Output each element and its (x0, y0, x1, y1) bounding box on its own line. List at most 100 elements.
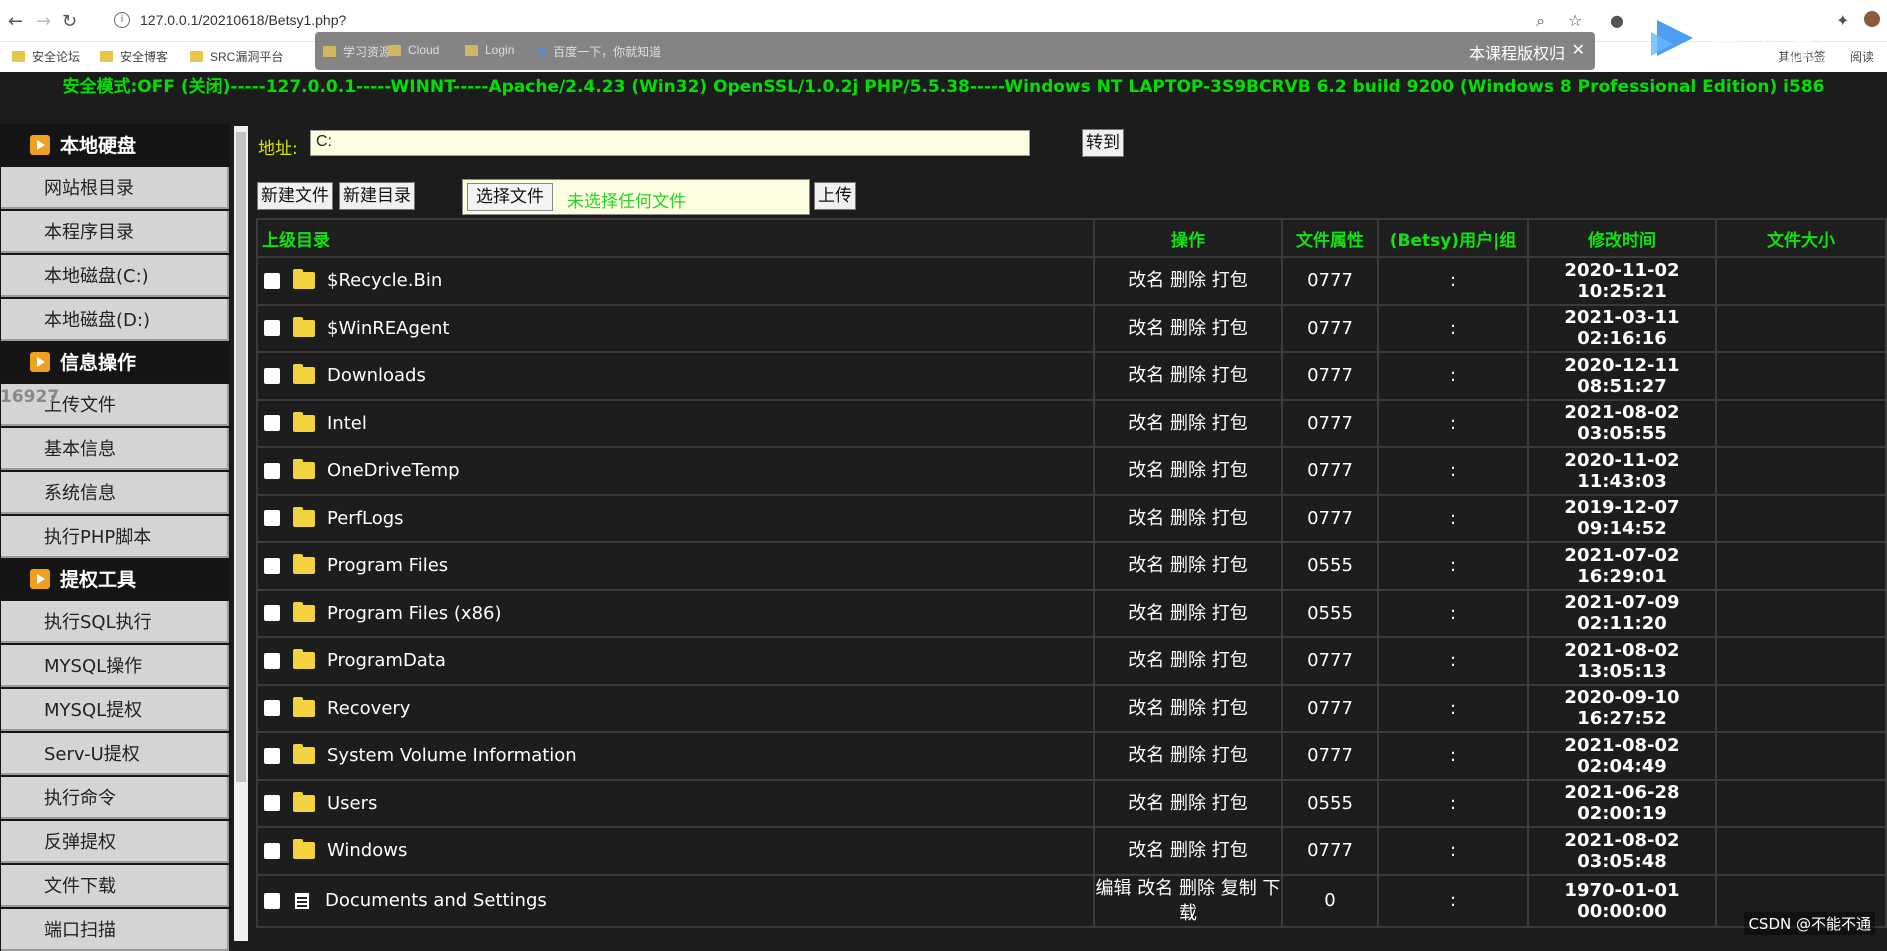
file-name-link[interactable]: Intel (327, 413, 367, 434)
file-actions[interactable]: 改名 删除 打包 (1094, 637, 1282, 685)
file-owner: : (1378, 542, 1528, 590)
back-icon[interactable]: ← (8, 11, 23, 32)
sidebar-item-disk-c[interactable]: 本地磁盘(C:) (1, 255, 229, 297)
scrollbar-thumb[interactable] (236, 132, 246, 782)
sidebar-item-file-download[interactable]: 文件下载 (1, 865, 229, 907)
file-actions[interactable]: 改名 删除 打包 (1094, 495, 1282, 543)
sidebar-item-php-script[interactable]: 执行PHP脚本 (1, 516, 229, 558)
row-checkbox[interactable] (264, 748, 280, 764)
row-checkbox[interactable] (264, 843, 280, 859)
star-icon[interactable]: ☆ (1568, 11, 1582, 30)
file-attr[interactable]: 0555 (1282, 542, 1378, 590)
file-attr[interactable]: 0777 (1282, 732, 1378, 780)
sidebar-item-system-info[interactable]: 系统信息 (1, 472, 229, 514)
row-checkbox[interactable] (264, 273, 280, 289)
file-actions[interactable]: 改名 删除 打包 (1094, 827, 1282, 875)
file-attr[interactable]: 0777 (1282, 352, 1378, 400)
new-dir-button[interactable]: 新建目录 (339, 182, 415, 210)
row-checkbox[interactable] (264, 463, 280, 479)
file-size (1716, 637, 1886, 685)
file-attr[interactable]: 0777 (1282, 685, 1378, 733)
file-actions[interactable]: 改名 删除 打包 (1094, 305, 1282, 353)
row-checkbox[interactable] (264, 510, 280, 526)
info-icon[interactable]: i (114, 12, 130, 28)
file-name-link[interactable]: System Volume Information (327, 745, 577, 766)
bookmark-item[interactable]: 安全论坛 (12, 48, 80, 65)
row-checkbox[interactable] (264, 368, 280, 384)
file-attr[interactable]: 0777 (1282, 637, 1378, 685)
address-bar[interactable]: 127.0.0.1/20210618/Betsy1.php? (140, 12, 346, 28)
row-checkbox[interactable] (264, 320, 280, 336)
file-name-link[interactable]: PerfLogs (327, 508, 404, 529)
file-actions[interactable]: 改名 删除 打包 (1094, 732, 1282, 780)
bookmark-item[interactable]: ✿百度一下，你就知道 (537, 43, 661, 60)
avatar[interactable] (1864, 11, 1880, 27)
file-actions[interactable]: 编辑 改名 删除 复制 下载 (1094, 875, 1282, 927)
row-checkbox[interactable] (264, 653, 280, 669)
zoom-icon[interactable]: ⌕ (1536, 11, 1545, 31)
file-name-link[interactable]: Documents and Settings (325, 890, 547, 911)
reload-icon[interactable]: ↻ (62, 11, 77, 32)
file-size (1716, 732, 1886, 780)
row-checkbox[interactable] (264, 415, 280, 431)
file-name-link[interactable]: OneDriveTemp (327, 460, 460, 481)
file-name-link[interactable]: Downloads (327, 365, 426, 386)
file-actions[interactable]: 改名 删除 打包 (1094, 257, 1282, 305)
sidebar-scrollbar[interactable] (234, 126, 248, 941)
go-button[interactable]: 转到 (1082, 129, 1124, 157)
sidebar-item-reverse-shell[interactable]: 反弹提权 (1, 821, 229, 863)
file-attr[interactable]: 0 (1282, 875, 1378, 927)
file-name-link[interactable]: Recovery (327, 698, 410, 719)
bookmark-item[interactable]: 学习资源 (323, 43, 391, 60)
file-actions[interactable]: 改名 删除 打包 (1094, 447, 1282, 495)
forward-icon[interactable]: → (36, 11, 51, 32)
row-checkbox[interactable] (264, 893, 280, 909)
sidebar-item-port-scan[interactable]: 端口扫描 (1, 909, 229, 951)
file-attr[interactable]: 0777 (1282, 400, 1378, 448)
close-icon[interactable]: ✕ (1572, 40, 1585, 59)
bookmark-item[interactable]: 安全博客 (100, 48, 168, 65)
file-name-link[interactable]: ProgramData (327, 650, 446, 671)
file-actions[interactable]: 改名 删除 打包 (1094, 780, 1282, 828)
file-name-link[interactable]: Users (327, 793, 377, 814)
file-attr[interactable]: 0555 (1282, 590, 1378, 638)
file-actions[interactable]: 改名 删除 打包 (1094, 685, 1282, 733)
file-attr[interactable]: 0555 (1282, 780, 1378, 828)
sidebar-item-mysql-ops[interactable]: MYSQL操作 (1, 645, 229, 687)
sidebar-item-servu[interactable]: Serv-U提权 (1, 733, 229, 775)
bookmark-item[interactable]: Cloud (388, 43, 439, 57)
sidebar-item-exec-cmd[interactable]: 执行命令 (1, 777, 229, 819)
sidebar-item-web-root[interactable]: 网站根目录 (1, 167, 229, 209)
row-checkbox[interactable] (264, 700, 280, 716)
file-attr[interactable]: 0777 (1282, 827, 1378, 875)
row-checkbox[interactable] (264, 605, 280, 621)
sidebar-item-mysql-privesc[interactable]: MYSQL提权 (1, 689, 229, 731)
choose-file-button[interactable]: 选择文件 (467, 183, 553, 211)
file-actions[interactable]: 改名 删除 打包 (1094, 352, 1282, 400)
file-name-link[interactable]: Program Files (x86) (327, 603, 502, 624)
file-attr[interactable]: 0777 (1282, 447, 1378, 495)
file-name-link[interactable]: Windows (327, 840, 407, 861)
upload-button[interactable]: 上传 (814, 182, 856, 210)
file-actions[interactable]: 改名 删除 打包 (1094, 542, 1282, 590)
sidebar-item-program-dir[interactable]: 本程序目录 (1, 211, 229, 253)
sidebar-item-sql[interactable]: 执行SQL执行 (1, 601, 229, 643)
row-checkbox[interactable] (264, 558, 280, 574)
file-actions[interactable]: 改名 删除 打包 (1094, 400, 1282, 448)
row-checkbox[interactable] (264, 795, 280, 811)
path-input[interactable]: C: (310, 130, 1030, 156)
file-name-link[interactable]: Program Files (327, 555, 448, 576)
new-file-button[interactable]: 新建文件 (257, 182, 333, 210)
file-name-link[interactable]: $WinREAgent (327, 318, 449, 339)
file-attr[interactable]: 0777 (1282, 305, 1378, 353)
file-actions[interactable]: 改名 删除 打包 (1094, 590, 1282, 638)
file-attr[interactable]: 0777 (1282, 495, 1378, 543)
parent-dir-link[interactable]: 上级目录 (257, 219, 1094, 257)
sidebar-item-basic-info[interactable]: 基本信息 (1, 428, 229, 470)
bookmark-item[interactable]: SRC漏洞平台 (190, 48, 283, 65)
file-name-link[interactable]: $Recycle.Bin (327, 270, 442, 291)
extension-icon[interactable]: ● (1610, 11, 1624, 30)
bookmark-item[interactable]: Login (465, 43, 514, 57)
file-attr[interactable]: 0777 (1282, 257, 1378, 305)
sidebar-item-disk-d[interactable]: 本地磁盘(D:) (1, 299, 229, 341)
